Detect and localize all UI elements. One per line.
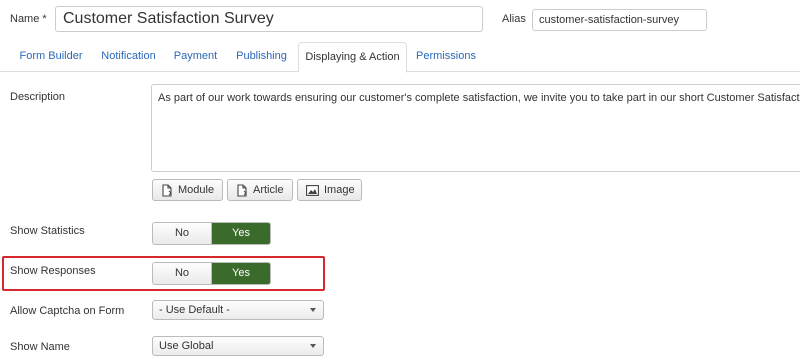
show-name-select[interactable]: Use Global bbox=[152, 336, 324, 356]
tab-payment[interactable]: Payment bbox=[165, 42, 226, 72]
insert-module-icon bbox=[161, 183, 173, 197]
allow-captcha-value: - Use Default - bbox=[159, 304, 230, 316]
insert-module-button[interactable]: Module bbox=[152, 179, 223, 201]
insert-article-button[interactable]: Article bbox=[227, 179, 293, 201]
name-label: Name * bbox=[10, 13, 47, 25]
show-responses-no-option[interactable]: No bbox=[153, 263, 212, 284]
show-statistics-label: Show Statistics bbox=[10, 225, 85, 237]
name-input[interactable] bbox=[55, 6, 483, 32]
insert-module-label: Module bbox=[178, 184, 215, 196]
chevron-down-icon bbox=[310, 344, 316, 348]
insert-article-label: Article bbox=[253, 184, 284, 196]
insert-image-label: Image bbox=[324, 184, 355, 196]
show-statistics-yes-option[interactable]: Yes bbox=[212, 223, 270, 244]
show-name-value: Use Global bbox=[159, 340, 214, 352]
allow-captcha-label: Allow Captcha on Form bbox=[10, 305, 125, 317]
tab-publishing[interactable]: Publishing bbox=[226, 42, 297, 72]
chevron-down-icon bbox=[310, 308, 316, 312]
show-responses-toggle: No Yes bbox=[152, 262, 271, 285]
show-statistics-no-option[interactable]: No bbox=[153, 223, 212, 244]
tab-permissions[interactable]: Permissions bbox=[407, 42, 485, 72]
show-responses-label: Show Responses bbox=[10, 265, 96, 277]
tab-bar: Form Builder Notification Payment Publis… bbox=[0, 42, 800, 73]
picture-icon bbox=[306, 184, 319, 196]
show-statistics-toggle: No Yes bbox=[152, 222, 271, 245]
tab-notification[interactable]: Notification bbox=[92, 42, 165, 72]
allow-captcha-select[interactable]: - Use Default - bbox=[152, 300, 324, 320]
show-name-label: Show Name bbox=[10, 341, 70, 353]
show-responses-yes-option[interactable]: Yes bbox=[212, 263, 270, 284]
alias-input[interactable] bbox=[532, 9, 707, 31]
description-label: Description bbox=[10, 91, 66, 103]
description-editor[interactable]: As part of our work towards ensuring our… bbox=[151, 84, 800, 172]
tab-form-builder[interactable]: Form Builder bbox=[10, 42, 92, 72]
alias-label: Alias bbox=[502, 13, 526, 25]
insert-image-button[interactable]: Image bbox=[297, 179, 362, 201]
insert-article-icon bbox=[236, 183, 248, 197]
tab-displaying-action[interactable]: Displaying & Action bbox=[298, 42, 407, 73]
